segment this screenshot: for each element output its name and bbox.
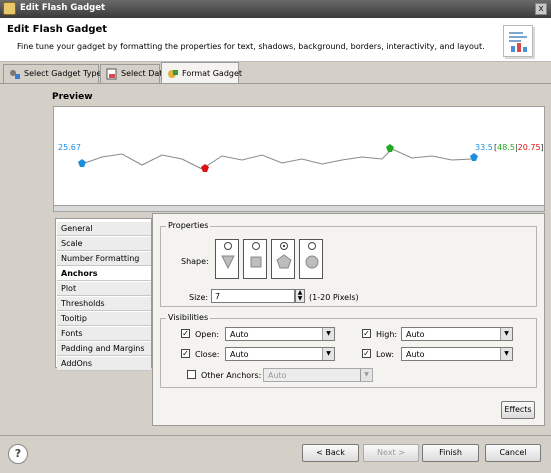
sidebar-item-anchors[interactable]: Anchors [57,267,151,281]
wizard-header: Edit Flash Gadget Fine tune your gadget … [0,18,551,62]
tab-format-gadget[interactable]: Format Gadget [161,62,243,84]
sidebar-item-general[interactable]: General [57,222,151,236]
sidebar-item-addons[interactable]: AddOns [57,357,151,371]
high-select[interactable]: Auto ▼ [401,327,513,341]
size-input[interactable]: 7 [211,289,295,303]
chevron-down-icon: ▼ [500,348,512,360]
anchors-settings-panel: Properties Shape: Size: 7 ▲ ▼ (1-20 Pixel… [152,213,545,426]
data-icon [106,68,118,80]
window-title-bar: Edit Flash Gadget x [0,0,551,18]
high-value-label: 48.5 [497,143,515,152]
open-select[interactable]: Auto ▼ [225,327,335,341]
tab-label: Format Gadget [182,69,243,78]
open-value-label: 25.67 [58,143,81,152]
close-label: Close: [195,350,220,359]
circle-icon [305,255,319,269]
close-anchor [470,153,478,161]
low-label: Low: [376,350,395,359]
visibilities-group: Visibilities ✓ Open: Auto ▼ ✓ High: Auto… [160,313,537,388]
preview-panel: 25.67 33.5 [48.5|20.75] [53,106,545,206]
sidebar-item-scale[interactable]: Scale [57,237,151,251]
other-anchors-select[interactable]: Auto ▼ [263,368,373,382]
open-label: Open: [195,330,220,339]
close-select[interactable]: Auto ▼ [225,347,335,361]
shape-option-triangle[interactable] [215,239,239,279]
preview-label: Preview [52,92,93,102]
open-anchor [78,159,86,167]
shape-radio-selected[interactable] [280,242,288,250]
gadget-type-icon [9,68,21,80]
open-select-value: Auto [230,330,249,339]
low-value-label: 20.75 [518,143,541,152]
format-category-list: General Scale Number Formatting Anchors … [55,218,152,371]
shape-option-pentagon[interactable] [271,239,295,279]
chevron-down-icon: ▼ [322,348,334,360]
tab-select-data[interactable]: Select Data [100,64,167,83]
close-value-label: 33.5 [475,143,493,152]
wizard-tabs: Select Gadget Type Select Data Format Ga… [0,62,551,84]
high-select-value: Auto [406,330,425,339]
high-anchor [386,144,394,152]
app-icon [3,2,16,15]
report-icon [503,25,533,57]
svg-text:[48.5|20.75]: [48.5|20.75] [494,143,544,152]
tab-select-gadget-type[interactable]: Select Gadget Type [3,64,102,83]
low-select[interactable]: Auto ▼ [401,347,513,361]
window-title: Edit Flash Gadget [20,3,106,13]
triangle-icon [221,255,235,270]
sidebar-item-fonts[interactable]: Fonts [57,327,151,341]
open-checkbox[interactable]: ✓ [181,329,190,338]
shape-option-circle[interactable] [299,239,323,279]
page-title: Edit Flash Gadget [7,24,108,35]
back-button[interactable]: < Back [302,444,359,462]
visibilities-legend: Visibilities [166,313,211,322]
size-label: Size: [189,293,209,302]
sidebar-item-padding-and-margins[interactable]: Padding and Margins [57,342,151,356]
close-select-value: Auto [230,350,249,359]
properties-group: Properties Shape: Size: 7 ▲ ▼ (1-20 Pixel… [160,221,537,307]
low-checkbox[interactable]: ✓ [362,349,371,358]
page-subtitle: Fine tune your gadget by formatting the … [17,42,485,51]
other-anchors-checkbox[interactable] [187,370,196,379]
sparkline-chart: 25.67 33.5 [48.5|20.75] [58,143,544,172]
close-icon[interactable]: x [535,3,547,15]
other-anchors-label: Other Anchors: [201,371,262,380]
low-select-value: Auto [406,350,425,359]
size-hint: (1-20 Pixels) [309,293,359,302]
shape-label: Shape: [181,257,209,266]
other-anchors-select-value: Auto [268,371,287,380]
shape-option-square[interactable] [243,239,267,279]
finish-button[interactable]: Finish [422,444,479,462]
next-button[interactable]: Next > [363,444,419,462]
chevron-down-icon: ▼ [322,328,334,340]
shape-radio[interactable] [308,242,316,250]
size-stepper[interactable]: ▲ ▼ [295,289,305,303]
tab-label: Select Gadget Type [24,69,102,78]
high-label: High: [376,330,398,339]
close-checkbox[interactable]: ✓ [181,349,190,358]
cancel-button[interactable]: Cancel [485,444,541,462]
pentagon-icon [276,254,292,269]
sidebar-item-plot[interactable]: Plot [57,282,151,296]
chevron-down-icon: ▼ [360,369,372,381]
sidebar-item-number-formatting[interactable]: Number Formatting [57,252,151,266]
properties-legend: Properties [166,221,211,230]
sidebar-item-thresholds[interactable]: Thresholds [57,297,151,311]
effects-button[interactable]: Effects [501,401,535,419]
shape-radio[interactable] [252,242,260,250]
square-icon [250,256,262,268]
chevron-down-icon: ▼ [500,328,512,340]
high-checkbox[interactable]: ✓ [362,329,371,338]
help-icon[interactable]: ? [8,444,28,464]
preview-divider[interactable] [53,206,545,212]
shape-radio[interactable] [224,242,232,250]
sidebar-item-tooltip[interactable]: Tooltip [57,312,151,326]
format-icon [167,68,179,80]
